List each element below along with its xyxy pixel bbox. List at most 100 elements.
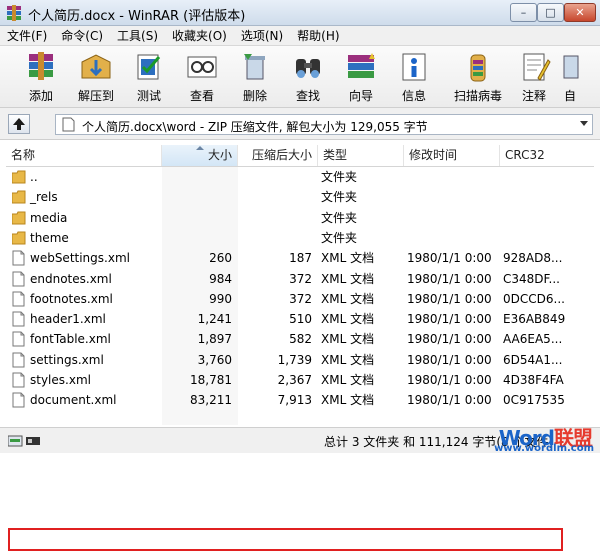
file-row[interactable]: webSettings.xml 260 187 XML 文档 1980/1/1 0:00…	[6, 248, 594, 268]
file-modified: 1980/1/1 0:00	[407, 312, 492, 327]
list-header: 名称 大小 压缩后大小 类型 修改时间 CRC32	[6, 145, 594, 167]
address-field[interactable]: 个人简历.docx\word - ZIP 压缩文件, 解包大小为 129,055…	[55, 114, 593, 135]
column-modified[interactable]: 修改时间	[404, 145, 500, 166]
address-bar: 个人简历.docx\word - ZIP 压缩文件, 解包大小为 129,055…	[0, 108, 600, 140]
maximize-button[interactable]: □	[537, 3, 564, 22]
column-size-label: 大小	[207, 148, 232, 162]
file-packed: 582	[289, 332, 312, 347]
file-row[interactable]: .. 文件夹	[6, 167, 594, 187]
file-crc32: C348DF...	[503, 271, 560, 286]
file-type: XML 文档	[321, 373, 375, 387]
file-modified	[407, 208, 497, 228]
file-row[interactable]: header1.xml 1,241 510 XML 文档 1980/1/1 0:00 E3…	[6, 309, 594, 329]
file-type: XML 文档	[321, 332, 375, 347]
delete-icon	[238, 50, 272, 84]
file-row[interactable]: theme 文件夹	[6, 228, 594, 248]
column-size[interactable]: 大小	[162, 145, 238, 166]
chevron-down-icon[interactable]	[580, 121, 588, 126]
column-crc32-label: CRC32	[505, 148, 545, 162]
view-button[interactable]: 查看	[176, 48, 228, 106]
file-type: XML 文档	[321, 291, 375, 306]
extract-to-button[interactable]: 解压到	[70, 48, 122, 106]
menu-options[interactable]: 选项(N)	[234, 26, 290, 46]
file-crc32	[503, 167, 588, 187]
folder-icon	[12, 190, 26, 204]
test-icon	[132, 50, 166, 84]
column-type-label: 类型	[323, 148, 348, 162]
close-button[interactable]: ✕	[564, 3, 596, 22]
extract-to-label: 解压到	[77, 89, 114, 103]
up-folder-button[interactable]	[8, 114, 30, 134]
file-size: 1,241	[197, 312, 232, 327]
file-packed: 372	[289, 271, 312, 286]
add-button[interactable]: 添加	[15, 48, 67, 106]
file-type: 文件夹	[321, 170, 358, 184]
delete-button[interactable]: 删除	[229, 48, 281, 106]
test-button[interactable]: 测试	[123, 48, 175, 106]
column-type[interactable]: 类型	[318, 145, 404, 166]
folder-icon	[12, 231, 26, 245]
file-type: 文件夹	[321, 210, 358, 225]
title-bar[interactable]: 个人简历.docx - WinRAR (评估版本) – □ ✕	[0, 0, 600, 26]
file-packed	[238, 228, 312, 248]
watermark-url: www.wordlm.com	[494, 443, 594, 454]
file-icon	[12, 352, 25, 368]
file-row[interactable]: _rels 文件夹	[6, 187, 594, 207]
wizard-icon	[344, 50, 378, 84]
file-icon	[12, 291, 25, 307]
file-row[interactable]: endnotes.xml 984 372 XML 文档 1980/1/1 0:00 C34…	[6, 269, 594, 289]
file-list[interactable]: 名称 大小 压缩后大小 类型 修改时间 CRC32 .. 文件夹 _rels 文件夹 m…	[0, 140, 600, 551]
file-name: fontTable.xml	[30, 332, 111, 347]
file-crc32: 928AD8...	[503, 251, 563, 266]
virus-scan-button[interactable]: 扫描病毒	[449, 48, 507, 106]
file-type: XML 文档	[321, 251, 375, 266]
wizard-label: 向导	[348, 89, 373, 103]
column-name[interactable]: 名称	[6, 145, 162, 166]
file-name: media	[30, 210, 68, 225]
file-icon	[12, 250, 25, 266]
file-modified	[407, 167, 497, 187]
file-type: XML 文档	[321, 393, 375, 408]
file-row[interactable]: fontTable.xml 1,897 582 XML 文档 1980/1/1 0:00…	[6, 329, 594, 349]
find-icon	[291, 50, 325, 84]
file-icon	[12, 271, 25, 286]
file-type: XML 文档	[321, 312, 375, 327]
test-label: 测试	[136, 89, 161, 103]
file-name: styles.xml	[30, 373, 91, 387]
sfx-button[interactable]: 自	[556, 48, 596, 106]
minimize-icon: –	[520, 6, 527, 19]
file-size	[162, 167, 232, 187]
find-button[interactable]: 查找	[282, 48, 334, 106]
file-modified: 1980/1/1 0:00	[407, 352, 492, 367]
file-row[interactable]: styles.xml 18,781 2,367 XML 文档 1980/1/1 0:00…	[6, 370, 594, 390]
file-row[interactable]: media 文件夹	[6, 208, 594, 228]
file-row[interactable]: settings.xml 3,760 1,739 XML 文档 1980/1/1 0:0…	[6, 350, 594, 370]
file-size: 18,781	[190, 373, 232, 387]
info-button[interactable]: 信息	[388, 48, 440, 106]
window-title: 个人简历.docx - WinRAR (评估版本)	[28, 9, 246, 24]
wizard-button[interactable]: 向导	[335, 48, 387, 106]
minimize-button[interactable]: –	[510, 3, 537, 22]
menu-commands[interactable]: 命令(C)	[54, 26, 110, 46]
info-label: 信息	[401, 89, 426, 103]
find-label: 查找	[295, 89, 320, 103]
file-row[interactable]: document.xml 83,211 7,913 XML 文档 1980/1/1 0:…	[6, 390, 594, 410]
column-crc32[interactable]: CRC32	[500, 145, 594, 166]
toolbar: 添加 解压到 测试 查看 删除 查找 向导 信息 扫描病毒 注释 自	[0, 46, 600, 108]
maximize-icon: □	[545, 6, 556, 19]
menu-tools[interactable]: 工具(S)	[110, 26, 165, 46]
menu-favorites[interactable]: 收藏夹(O)	[165, 26, 234, 46]
comment-button[interactable]: 注释	[508, 48, 560, 106]
column-name-label: 名称	[11, 148, 36, 162]
column-packed[interactable]: 压缩后大小	[238, 145, 318, 166]
view-label: 查看	[189, 89, 214, 103]
file-size: 1,897	[197, 332, 232, 347]
menu-help[interactable]: 帮助(H)	[290, 26, 346, 46]
drive-status-icon	[8, 435, 40, 447]
file-row[interactable]: footnotes.xml 990 372 XML 文档 1980/1/1 0:00 0D…	[6, 289, 594, 309]
status-bar: 总计 3 文件夹 和 111,124 字节(8 个文件) Word联盟 www.…	[0, 426, 600, 454]
sfx-icon	[558, 50, 592, 84]
menu-file[interactable]: 文件(F)	[0, 26, 54, 46]
file-packed: 510	[289, 312, 312, 327]
file-name: endnotes.xml	[30, 271, 112, 286]
